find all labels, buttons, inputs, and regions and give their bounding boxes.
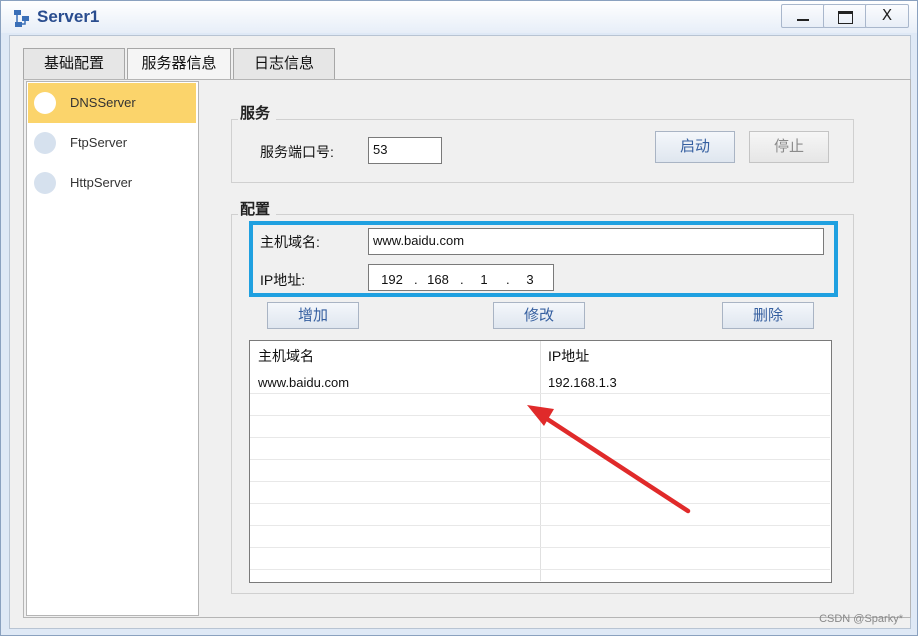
server-window: Server1 X 基础配置 服务器信息 日志信息 DNSServer FtpS… (0, 0, 918, 636)
watermark: CSDN @Sparky* (819, 613, 903, 625)
annotation-arrow-icon (527, 405, 691, 514)
